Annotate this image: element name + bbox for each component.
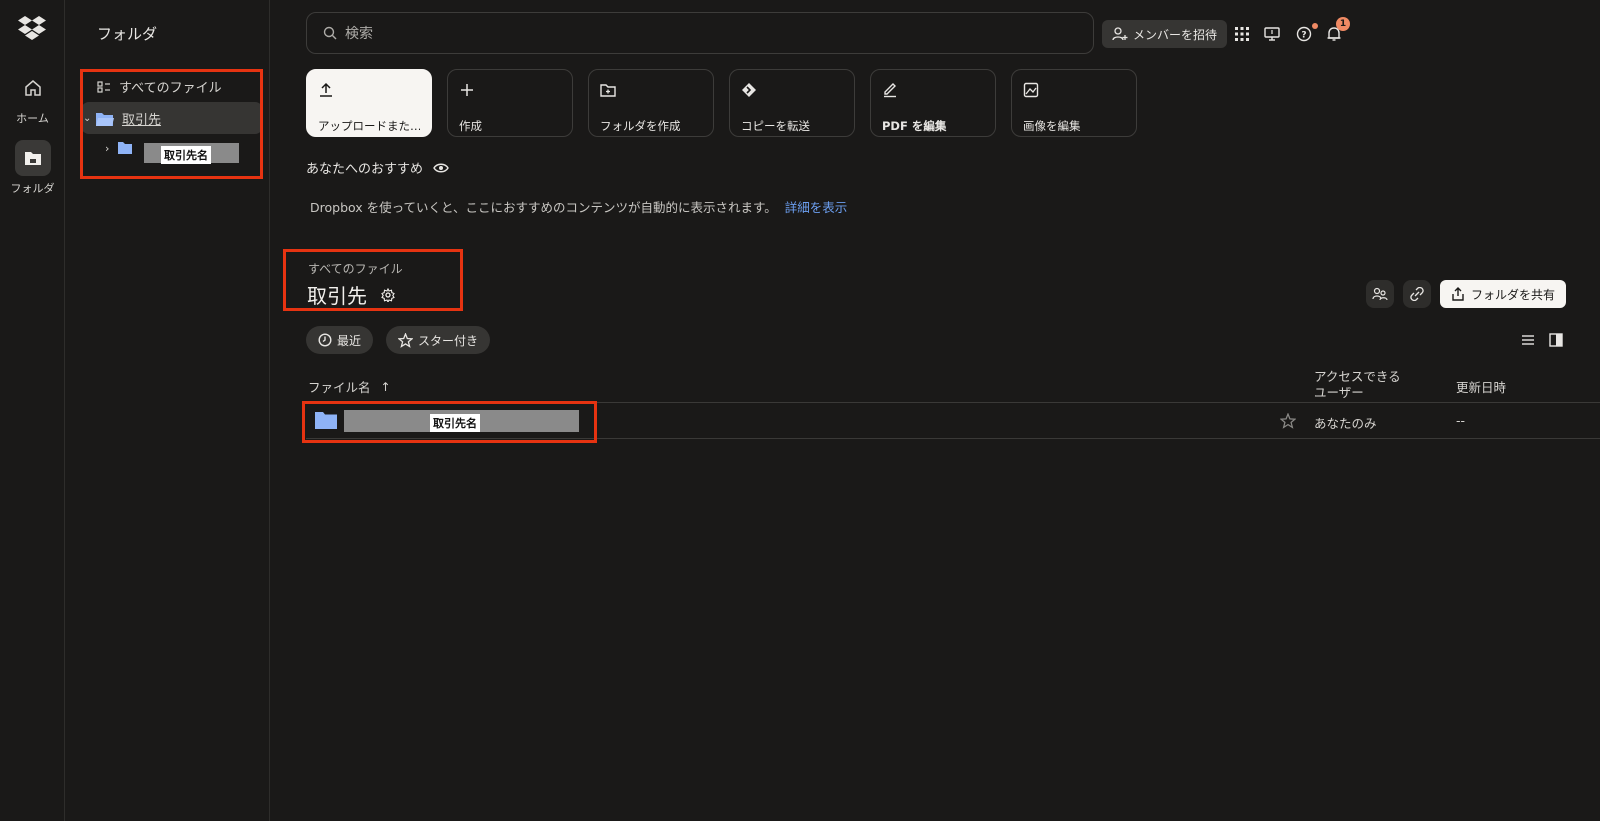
copy-link-button[interactable] bbox=[1403, 280, 1431, 308]
invite-members-label: メンバーを招待 bbox=[1132, 27, 1217, 42]
column-header-modified[interactable]: 更新日時 bbox=[1456, 377, 1506, 396]
search-icon bbox=[323, 26, 337, 40]
filter-recent-label: 最近 bbox=[337, 333, 362, 348]
users-icon bbox=[1372, 287, 1388, 301]
create-folder-button[interactable]: フォルダを作成 bbox=[588, 69, 714, 137]
link-icon bbox=[1410, 287, 1424, 301]
column-name-label: ファイル名 bbox=[308, 380, 371, 395]
row-modified: -- bbox=[1456, 413, 1466, 428]
recommend-title: あなたへのおすすめ bbox=[306, 162, 424, 177]
create-folder-label: フォルダを作成 bbox=[600, 119, 681, 133]
list-view-button[interactable] bbox=[1518, 330, 1538, 350]
folder-plus-icon bbox=[600, 84, 616, 97]
help-icon[interactable]: ? bbox=[1294, 24, 1314, 44]
highlight-box-row bbox=[302, 401, 597, 443]
star-icon[interactable] bbox=[1280, 413, 1296, 429]
transfer-icon bbox=[742, 83, 756, 97]
learn-more-link[interactable]: 詳細を表示 bbox=[785, 200, 848, 215]
panel-icon bbox=[1549, 333, 1563, 347]
help-indicator-dot bbox=[1312, 23, 1318, 29]
edit-image-button[interactable]: 画像を編集 bbox=[1011, 69, 1137, 137]
desktop-app-icon[interactable] bbox=[1262, 24, 1282, 44]
clock-icon bbox=[318, 333, 332, 347]
recommend-info: Dropbox を使っていくと、ここにおすすめのコンテンツが自動的に表示されます… bbox=[310, 197, 847, 216]
notification-badge: 1 bbox=[1336, 17, 1350, 31]
create-label: 作成 bbox=[459, 119, 482, 133]
filter-starred-label: スター付き bbox=[418, 333, 479, 348]
apps-grid-icon[interactable] bbox=[1232, 24, 1252, 44]
dropbox-logo-icon[interactable] bbox=[17, 16, 47, 42]
recommend-text: Dropbox を使っていくと、ここにおすすめのコンテンツが自動的に表示されます… bbox=[310, 200, 777, 215]
rail-folders-label: フォルダ bbox=[10, 182, 55, 195]
rail-item-home[interactable]: ホーム bbox=[0, 70, 65, 126]
rail-home-label: ホーム bbox=[16, 112, 49, 125]
upload-icon bbox=[320, 82, 332, 97]
search-input[interactable]: 検索 bbox=[306, 12, 1094, 54]
eye-icon[interactable] bbox=[433, 162, 449, 174]
rail-item-folders[interactable]: フォルダ bbox=[0, 140, 65, 196]
share-folder-button[interactable]: フォルダを共有 bbox=[1440, 280, 1566, 308]
left-rail: ホーム フォルダ bbox=[0, 0, 65, 821]
transfer-copy-button[interactable]: コピーを転送 bbox=[729, 69, 855, 137]
column-header-name[interactable]: ファイル名 ↑ bbox=[308, 377, 391, 396]
plus-icon bbox=[461, 84, 473, 96]
star-icon bbox=[398, 332, 413, 348]
svg-text:?: ? bbox=[1301, 31, 1306, 41]
folder-icon bbox=[24, 152, 41, 165]
row-access: あなたのみ bbox=[1314, 416, 1377, 431]
filter-starred[interactable]: スター付き bbox=[386, 326, 491, 354]
pdf-edit-icon bbox=[884, 83, 896, 98]
column-access-label-2: ユーザー bbox=[1314, 385, 1364, 400]
image-edit-icon bbox=[1023, 82, 1039, 98]
share-folder-label: フォルダを共有 bbox=[1470, 287, 1555, 302]
arrow-up-icon: ↑ bbox=[380, 379, 391, 394]
recommend-section-title: あなたへのおすすめ bbox=[306, 158, 449, 177]
upload-label: アップロードまた… bbox=[318, 119, 420, 133]
filter-recent[interactable]: 最近 bbox=[306, 326, 374, 354]
details-panel-button[interactable] bbox=[1546, 330, 1566, 350]
edit-pdf-button[interactable]: PDF を編集 bbox=[870, 69, 996, 137]
edit-image-label: 画像を編集 bbox=[1023, 119, 1081, 133]
highlight-box-tree bbox=[80, 69, 263, 179]
invite-members-button[interactable]: メンバーを招待 bbox=[1102, 20, 1227, 48]
search-placeholder: 検索 bbox=[345, 26, 373, 42]
transfer-copy-label: コピーを転送 bbox=[741, 119, 810, 133]
manage-access-button[interactable] bbox=[1366, 280, 1394, 308]
column-access-label-1: アクセスできる bbox=[1314, 369, 1401, 384]
upload-button[interactable]: アップロードまた… bbox=[306, 69, 432, 137]
highlight-box-title bbox=[283, 249, 463, 311]
add-user-icon bbox=[1112, 27, 1128, 41]
column-header-access[interactable]: アクセスできる ユーザー bbox=[1314, 369, 1401, 401]
share-icon bbox=[1452, 287, 1464, 301]
home-icon bbox=[24, 80, 41, 96]
question-icon: ? bbox=[1296, 26, 1312, 42]
folder-panel-title: フォルダ bbox=[97, 25, 158, 43]
list-icon bbox=[1522, 335, 1534, 345]
monitor-icon bbox=[1264, 27, 1280, 41]
grid-icon bbox=[1235, 27, 1249, 41]
create-button[interactable]: 作成 bbox=[447, 69, 573, 137]
edit-pdf-label: PDF を編集 bbox=[882, 119, 947, 133]
